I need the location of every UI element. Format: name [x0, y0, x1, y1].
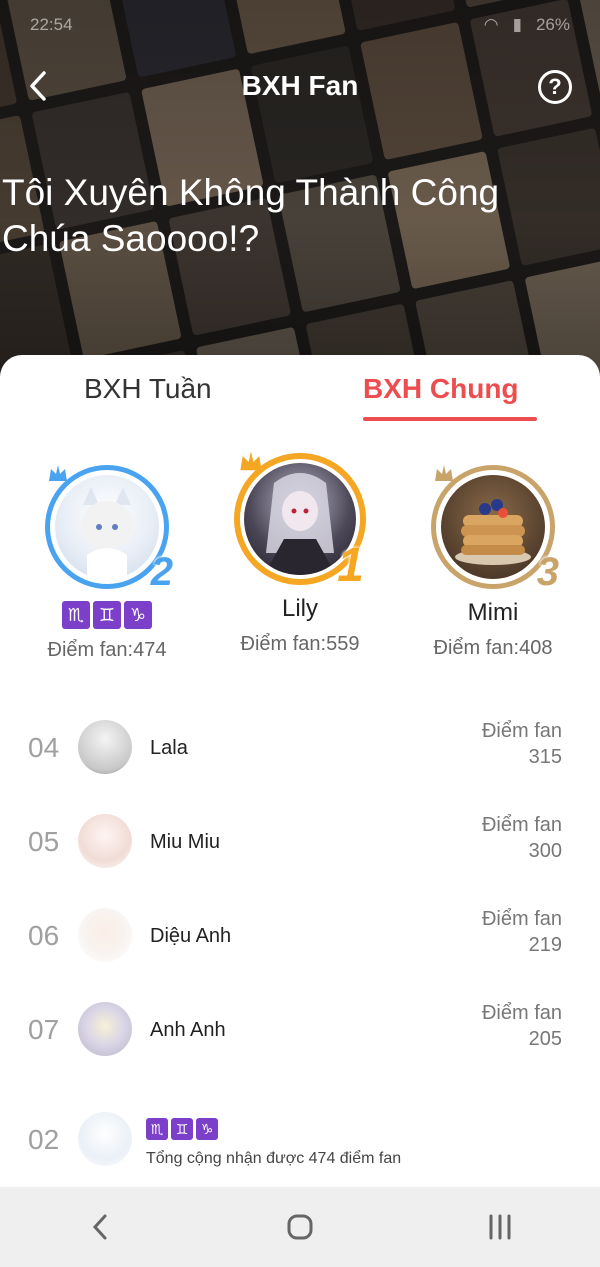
story-title: Tôi Xuyên Không Thành Công Chúa Saoooo!? [2, 172, 500, 259]
avatar [78, 1112, 132, 1166]
podium-second-score: Điểm fan:474 [47, 639, 167, 661]
podium-first[interactable]: 1 Lily Điểm fan:559 [205, 451, 395, 656]
ranking-row[interactable]: 07 Anh Anh Điểm fan 205 [0, 992, 600, 1072]
zodiac-badge: ♑ [196, 1118, 218, 1140]
rank-number: 2 [150, 550, 173, 594]
zodiac-badge: ♊ [93, 601, 121, 629]
zodiac-badge: ♏ [146, 1118, 168, 1140]
crown-icon [49, 465, 67, 481]
score-label: Điểm fan [481, 908, 562, 930]
status-battery: 26% [535, 15, 570, 34]
row-name: Miu Miu [150, 831, 221, 853]
help-button[interactable]: ? [538, 70, 572, 104]
chevron-left-icon [92, 1214, 107, 1240]
nav-recents-button[interactable] [470, 1197, 530, 1257]
podium-first-avatar: 1 [234, 451, 366, 592]
zodiac-badge: ♏ [62, 601, 90, 629]
rank-number: 1 [337, 539, 364, 592]
wifi-icon: ◠ [483, 15, 499, 34]
question-icon: ? [548, 74, 562, 99]
active-tab-indicator [363, 417, 537, 421]
score-value: 315 [528, 746, 562, 768]
ranking-card: BXH Tuần BXH Chung 2 ♏ ♊ ♑ Điểm fan:474 [0, 355, 600, 1187]
status-time: 22:54 [30, 15, 73, 34]
score-value: 300 [528, 840, 562, 862]
ranking-row[interactable]: 06 Diệu Anh Điểm fan 219 [0, 898, 600, 978]
row-rank: 06 [28, 920, 60, 951]
avatar [78, 1002, 132, 1056]
score-value: 205 [528, 1028, 562, 1050]
tab-weekly-ranking[interactable]: BXH Tuần [84, 373, 212, 405]
row-name: Lala [150, 737, 188, 759]
nav-home-button[interactable] [270, 1197, 330, 1257]
row-name: Diệu Anh [150, 925, 232, 947]
podium-second[interactable]: 2 ♏ ♊ ♑ Điểm fan:474 [12, 465, 202, 662]
ranking-row[interactable]: 05 Miu Miu Điểm fan 300 [0, 804, 600, 884]
my-rank: 02 [28, 1124, 60, 1155]
avatar [78, 814, 132, 868]
zodiac-badge: ♊ [171, 1118, 193, 1140]
my-rank-row: 02 ♏ ♊ ♑ Tổng cộng nhận được 474 điểm fa… [0, 1110, 600, 1187]
score-label: Điểm fan [481, 814, 562, 836]
status-bar: 22:54 ◠ ▮ 26% [0, 0, 600, 50]
score-value: 219 [528, 934, 562, 956]
score-label: Điểm fan [481, 1002, 562, 1024]
avatar-image [81, 487, 133, 579]
row-score: Điểm fan 219 [482, 906, 562, 958]
row-name: Anh Anh [150, 1019, 226, 1041]
zodiac-badges: ♏ ♊ ♑ [146, 1118, 218, 1140]
podium-second-avatar: 2 [45, 465, 173, 594]
home-icon [287, 1214, 313, 1240]
avatar [78, 720, 132, 774]
score-label: Điểm fan [481, 720, 562, 742]
crown-icon [240, 451, 262, 471]
row-rank: 07 [28, 1014, 60, 1045]
row-rank: 05 [28, 826, 60, 857]
ranking-row[interactable]: 04 Lala Điểm fan 315 [0, 710, 600, 790]
row-score: Điểm fan 205 [482, 1000, 562, 1052]
podium-third-avatar: 3 [431, 465, 559, 594]
tab-overall-ranking[interactable]: BXH Chung [363, 373, 519, 405]
my-score-summary: Tổng cộng nhận được 474 điểm fan [146, 1150, 402, 1167]
podium-third-score: Điểm fan:408 [433, 637, 553, 659]
zodiac-badges: ♏ ♊ ♑ [62, 601, 152, 631]
podium-first-score: Điểm fan:559 [240, 633, 360, 655]
signal-icon: ▮ [512, 15, 522, 34]
avatar [78, 908, 132, 962]
crown-icon [435, 465, 453, 481]
recents-icon [489, 1214, 511, 1240]
row-rank: 04 [28, 732, 60, 763]
podium-third-name: Mimi [467, 599, 519, 626]
page-title: BXH Fan [241, 70, 359, 101]
podium-first-name: Lily [281, 595, 318, 622]
system-navigation-bar [0, 1187, 600, 1267]
rank-number: 3 [536, 550, 559, 594]
row-score: Điểm fan 300 [482, 812, 562, 864]
podium-third[interactable]: 3 Mimi Điểm fan:408 [398, 465, 588, 660]
zodiac-badge: ♑ [124, 601, 152, 629]
nav-back-button[interactable] [70, 1197, 130, 1257]
row-score: Điểm fan 315 [482, 718, 562, 770]
top-bar: BXH Fan ? [0, 58, 600, 118]
avatar-image [455, 499, 531, 565]
